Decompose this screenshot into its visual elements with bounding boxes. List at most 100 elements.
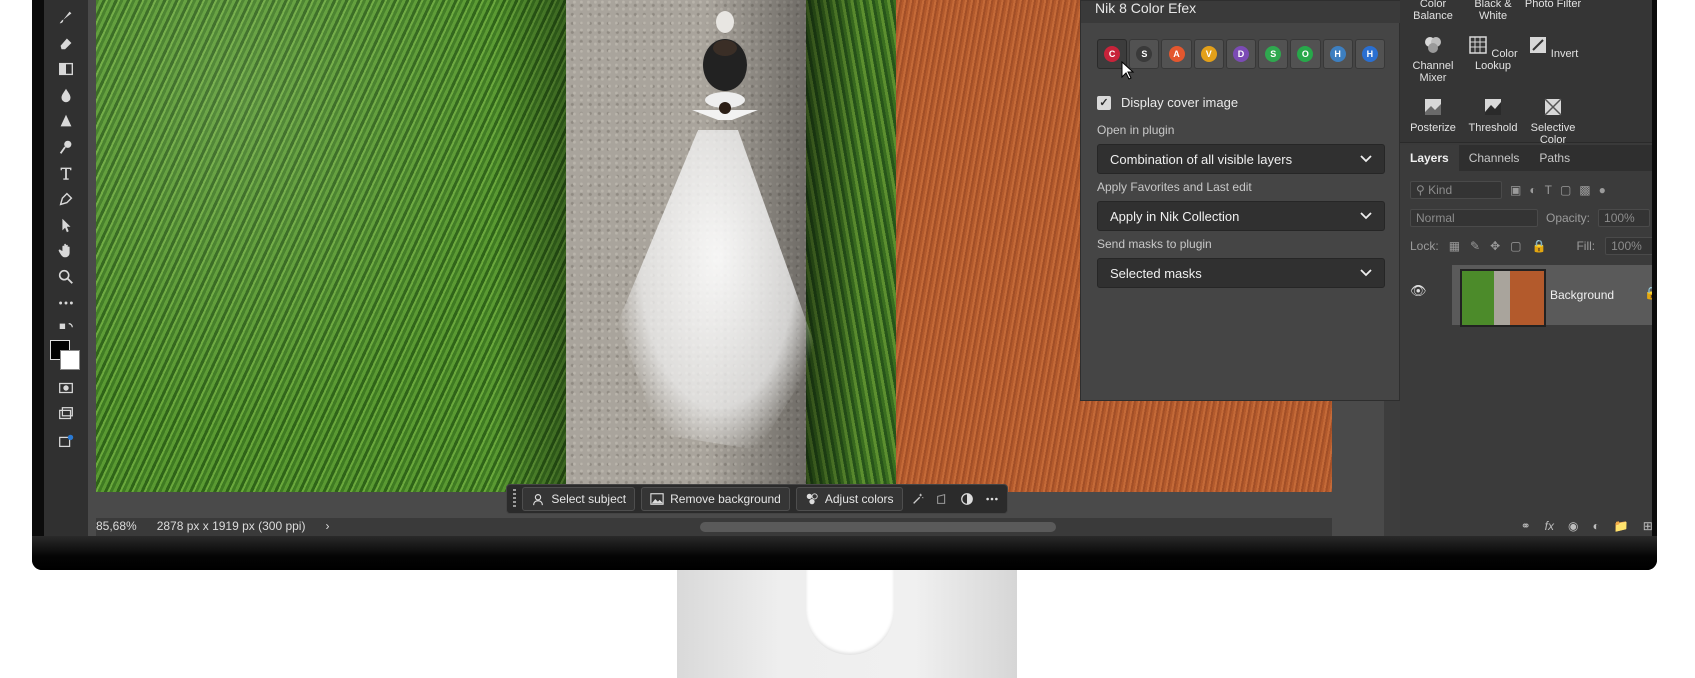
tab-layers[interactable]: Layers: [1400, 145, 1459, 171]
new-adjustment-icon[interactable]: ◐: [1593, 519, 1600, 533]
nik-plugin-icon: V: [1200, 46, 1217, 62]
screen-mode-icon[interactable]: [54, 403, 78, 425]
filter-adjustment-icon[interactable]: ◐: [1529, 183, 1536, 197]
taskbar-drag-handle[interactable]: [513, 489, 517, 509]
remove-background-button[interactable]: Remove background: [641, 487, 790, 511]
lock-position-icon[interactable]: ✥: [1490, 239, 1500, 253]
adjustment-color-lookup[interactable]: Color Lookup: [1462, 36, 1524, 72]
select-subject-label: Select subject: [551, 492, 627, 506]
brush-icon[interactable]: [54, 6, 78, 28]
filter-shape-icon[interactable]: ▢: [1560, 183, 1571, 197]
color-lookup-icon: [1469, 36, 1488, 54]
blend-mode-select[interactable]: Normal: [1410, 209, 1538, 227]
nik-color-efex-panel: Nik 8 Color Efex CSAVDSOHH ✓ Display cov…: [1080, 0, 1401, 401]
tab-paths[interactable]: Paths: [1529, 145, 1580, 171]
adjustment-color-balance[interactable]: Color Balance: [1402, 0, 1464, 22]
more-options-icon[interactable]: [982, 488, 1001, 510]
transform-icon[interactable]: [933, 488, 952, 510]
background-color-swatch[interactable]: [60, 350, 80, 370]
filter-toggle-icon[interactable]: ●: [1599, 183, 1606, 197]
zoom-icon[interactable]: [54, 266, 78, 288]
lock-artboard-icon[interactable]: ▢: [1510, 239, 1521, 253]
remove-background-label: Remove background: [670, 492, 781, 506]
horizontal-scroll-thumb[interactable]: [700, 522, 1056, 532]
hand-icon[interactable]: [54, 240, 78, 262]
adjustment-layer-icon[interactable]: [958, 488, 977, 510]
monitor-chin: [32, 536, 1657, 570]
selective-color-icon: [1544, 98, 1562, 116]
layers-panel: Layers Channels Paths ≡ ⚲ Kind ▣ ◐ T ▢ ▩…: [1400, 145, 1652, 536]
eye-icon[interactable]: 👁: [1410, 283, 1427, 299]
adjustment-threshold[interactable]: Threshold: [1462, 98, 1524, 134]
chevron-down-icon: [1360, 212, 1372, 220]
share-icon[interactable]: [54, 430, 78, 452]
open-in-plugin-select[interactable]: Combination of all visible layers: [1097, 144, 1385, 174]
nik-plugin-icon: S: [1136, 46, 1153, 62]
posterize-icon: [1425, 99, 1441, 115]
lock-image-icon[interactable]: ✎: [1470, 239, 1480, 253]
nik-plugin-icon: C: [1104, 46, 1121, 62]
display-cover-checkbox[interactable]: ✓: [1097, 95, 1111, 110]
type-icon[interactable]: [54, 162, 78, 184]
lock-label: Lock:: [1410, 239, 1439, 253]
fill-label: Fill:: [1576, 239, 1596, 253]
adjustment-photo-filter[interactable]: Photo Filter: [1522, 0, 1584, 10]
lock-transparent-icon[interactable]: ▦: [1449, 239, 1460, 253]
tools-panel: [44, 0, 89, 536]
filter-pixel-icon[interactable]: ▣: [1510, 183, 1521, 197]
nik-plugin-button-3[interactable]: A: [1161, 39, 1192, 69]
path-selection-icon[interactable]: [54, 214, 78, 236]
adjustment-invert[interactable]: Invert: [1522, 36, 1584, 60]
opacity-value: 100%: [1604, 211, 1635, 225]
adjustment-channel-mixer[interactable]: Channel Mixer: [1402, 36, 1464, 84]
nik-plugin-button-9[interactable]: H: [1354, 39, 1385, 69]
quick-mask-icon[interactable]: [54, 377, 78, 399]
filter-type-icon[interactable]: T: [1545, 183, 1552, 197]
gradient-icon[interactable]: [54, 58, 78, 80]
send-masks-select[interactable]: Selected masks: [1097, 258, 1385, 288]
dodge-icon[interactable]: [54, 136, 78, 158]
invert-icon: [1529, 37, 1546, 53]
threshold-icon: [1485, 99, 1501, 115]
magic-wand-icon[interactable]: [909, 488, 928, 510]
adjust-colors-icon: [806, 493, 818, 505]
more-tools-icon[interactable]: [54, 292, 78, 314]
sharpen-icon[interactable]: [54, 110, 78, 132]
blur-icon[interactable]: [54, 84, 78, 106]
new-group-icon[interactable]: 📁: [1614, 519, 1629, 533]
nik-plugin-button-7[interactable]: O: [1290, 39, 1321, 69]
nik-plugin-button-6[interactable]: S: [1258, 39, 1289, 69]
layer-thumbnail[interactable]: [1460, 269, 1546, 327]
apply-favorites-value: Apply in Nik Collection: [1110, 208, 1240, 224]
pen-icon[interactable]: [54, 188, 78, 210]
swap-colors-icon[interactable]: [54, 318, 78, 340]
filter-smart-object-icon[interactable]: ▩: [1579, 183, 1590, 197]
zoom-level[interactable]: 85,68%: [96, 519, 137, 533]
nik-plugin-button-8[interactable]: H: [1322, 39, 1353, 69]
chevron-right-icon[interactable]: ›: [325, 519, 329, 533]
eraser-icon[interactable]: [54, 32, 78, 54]
adjustment-selective-color[interactable]: Selective Color: [1522, 98, 1584, 146]
layer-kind-filter[interactable]: ⚲ Kind: [1410, 181, 1502, 199]
fill-field[interactable]: 100%: [1605, 237, 1652, 255]
adjust-colors-button[interactable]: Adjust colors: [795, 487, 903, 511]
new-layer-icon[interactable]: ⊞: [1643, 519, 1652, 533]
tab-channels[interactable]: Channels: [1459, 145, 1530, 171]
adjustment-black-white[interactable]: Black & White: [1462, 0, 1524, 22]
lock-all-icon[interactable]: 🔒: [1532, 239, 1547, 253]
select-subject-button[interactable]: Select subject: [522, 487, 636, 511]
nik-plugin-button-4[interactable]: V: [1193, 39, 1224, 69]
apply-favorites-select[interactable]: Apply in Nik Collection: [1097, 201, 1385, 231]
link-layers-icon[interactable]: ⚭: [1521, 519, 1531, 533]
display-cover-option[interactable]: ✓ Display cover image: [1097, 95, 1238, 110]
adjustment-posterize[interactable]: Posterize: [1402, 98, 1464, 134]
nik-plugin-icon: A: [1168, 46, 1185, 62]
nik-plugin-button-5[interactable]: D: [1225, 39, 1257, 69]
adjust-colors-label: Adjust colors: [824, 492, 894, 506]
add-mask-icon[interactable]: ◉: [1568, 519, 1578, 533]
layer-name[interactable]: Background: [1550, 288, 1614, 302]
open-in-plugin-value: Combination of all visible layers: [1110, 151, 1293, 167]
opacity-field[interactable]: 100%: [1598, 209, 1651, 227]
select-subject-icon: [533, 494, 544, 506]
fx-icon[interactable]: fx: [1545, 519, 1554, 533]
